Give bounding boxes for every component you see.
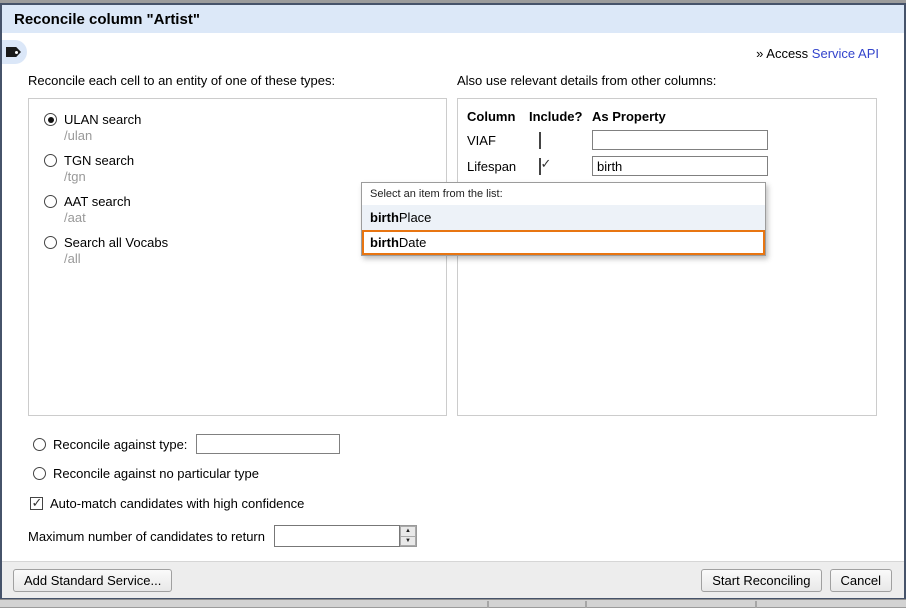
property-input-lifespan[interactable]	[592, 156, 768, 176]
against-type-label: Reconcile against type:	[53, 437, 187, 452]
type-radio-row-tgn[interactable]: TGN search	[44, 153, 446, 168]
types-heading: Reconcile each cell to an entity of one …	[28, 73, 335, 88]
automatch-checkbox[interactable]	[30, 497, 43, 510]
suggest-item-bold-prefix: birth	[370, 235, 399, 250]
type-options-panel: ULAN search /ulan TGN search /tgn	[28, 98, 447, 416]
background-page-sliver-bottom	[0, 599, 906, 607]
type-label-tgn: TGN search	[64, 153, 134, 168]
header-as-property: As Property	[592, 109, 867, 124]
dialog-title-bar: Reconcile column "Artist"	[2, 5, 904, 33]
start-reconciling-button[interactable]: Start Reconciling	[701, 569, 821, 592]
type-label-ulan: ULAN search	[64, 112, 141, 127]
reconcile-against-type-row: Reconcile against type:	[33, 434, 340, 454]
radio-all[interactable]	[44, 236, 57, 249]
type-radio-row-ulan[interactable]: ULAN search	[44, 112, 446, 127]
row-label-lifespan: Lifespan	[467, 159, 529, 174]
radio-against-type[interactable]	[33, 438, 46, 451]
service-api-link[interactable]: Service API	[812, 46, 879, 61]
max-candidates-input[interactable]	[274, 525, 400, 547]
radio-no-type[interactable]	[33, 467, 46, 480]
row-label-viaf: VIAF	[467, 133, 529, 148]
type-option-ulan: ULAN search /ulan	[44, 112, 446, 144]
property-suggest-dropdown: Select an item from the list: birthPlace…	[361, 182, 766, 256]
access-service-api: » Access Service API	[756, 46, 879, 61]
suggest-item-birthplace[interactable]: birthPlace	[362, 205, 765, 230]
other-columns-panel: Column Include? As Property VIAF Lifespa…	[457, 98, 877, 416]
max-candidates-label: Maximum number of candidates to return	[28, 529, 265, 544]
spinner-down-icon[interactable]: ▼	[400, 536, 416, 547]
radio-ulan[interactable]	[44, 113, 57, 126]
type-label-all: Search all Vocabs	[64, 235, 168, 250]
header-include: Include?	[529, 109, 592, 124]
access-prefix-label: » Access	[756, 46, 812, 61]
suggest-dropdown-header: Select an item from the list:	[362, 183, 765, 205]
dialog-footer: Add Standard Service... Start Reconcilin…	[2, 561, 904, 598]
radio-aat[interactable]	[44, 195, 57, 208]
type-label-aat: AAT search	[64, 194, 131, 209]
type-path-ulan: /ulan	[64, 128, 446, 144]
header-column: Column	[467, 109, 529, 124]
include-checkbox-viaf[interactable]	[539, 132, 541, 149]
table-row-viaf: VIAF	[467, 130, 867, 150]
spinner-buttons: ▲ ▼	[400, 525, 417, 547]
max-candidates-spinner: ▲ ▼	[274, 525, 417, 547]
reconcile-dialog: Reconcile column "Artist" » Access Servi…	[0, 3, 906, 599]
include-checkbox-lifespan[interactable]	[539, 158, 541, 175]
automatch-row: Auto-match candidates with high confiden…	[30, 496, 304, 511]
suggest-item-bold-prefix: birth	[370, 210, 399, 225]
add-standard-service-button[interactable]: Add Standard Service...	[13, 569, 172, 592]
facet-tag-tab[interactable]	[2, 40, 27, 64]
radio-tgn[interactable]	[44, 154, 57, 167]
property-input-viaf[interactable]	[592, 130, 768, 150]
type-option-tgn: TGN search /tgn	[44, 153, 446, 185]
automatch-label: Auto-match candidates with high confiden…	[50, 496, 304, 511]
suggest-item-rest: Place	[399, 210, 432, 225]
tag-icon	[6, 47, 21, 57]
details-table-header: Column Include? As Property	[467, 109, 867, 124]
details-heading: Also use relevant details from other col…	[457, 73, 716, 88]
against-type-input[interactable]	[196, 434, 340, 454]
suggest-item-rest: Date	[399, 235, 426, 250]
no-type-label: Reconcile against no particular type	[53, 466, 259, 481]
details-table: Column Include? As Property VIAF Lifespa…	[458, 99, 876, 176]
cancel-button[interactable]: Cancel	[830, 569, 892, 592]
spinner-up-icon[interactable]: ▲	[400, 526, 416, 536]
suggest-item-birthdate[interactable]: birthDate	[362, 230, 765, 255]
reconcile-no-type-row: Reconcile against no particular type	[33, 466, 259, 481]
dialog-title: Reconcile column "Artist"	[14, 11, 200, 28]
table-row-lifespan: Lifespan	[467, 156, 867, 176]
dialog-body: » Access Service API Reconcile each cell…	[2, 33, 904, 561]
max-candidates-row: Maximum number of candidates to return ▲…	[28, 525, 417, 547]
page: Reconcile column "Artist" » Access Servi…	[0, 0, 906, 607]
